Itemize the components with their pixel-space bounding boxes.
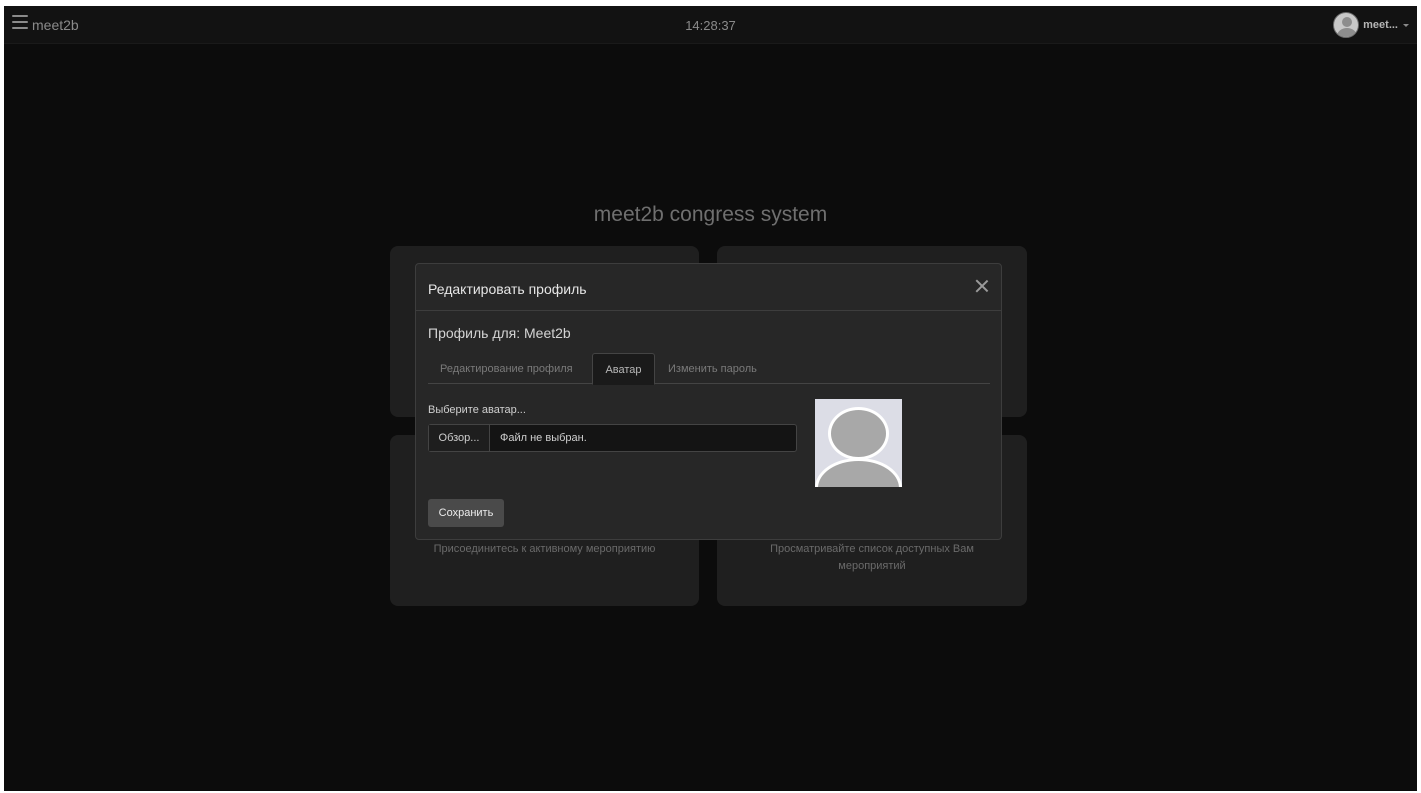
close-icon[interactable] <box>973 277 991 295</box>
save-button[interactable]: Сохранить <box>428 499 504 527</box>
top-navbar: meet2b 14:28:37 meet... <box>4 6 1417 44</box>
file-status: Файл не выбран. <box>500 432 587 444</box>
browse-button[interactable]: Обзор... <box>429 425 490 451</box>
tab-change-password[interactable]: Изменить пароль <box>668 353 757 384</box>
avatar-placeholder-head <box>828 407 889 460</box>
profile-tabs: Редактирование профиля Аватар Изменить п… <box>428 353 990 385</box>
card-description-line2: мероприятий <box>838 560 906 572</box>
avatar-preview <box>815 399 902 487</box>
avatar-file-input[interactable]: Обзор... Файл не выбран. <box>428 424 797 452</box>
modal-title: Редактировать профиль <box>428 281 587 297</box>
avatar-field-label: Выберите аватар... <box>428 404 526 416</box>
tab-avatar[interactable]: Аватар <box>592 353 655 385</box>
user-menu[interactable]: meet... <box>1333 11 1409 39</box>
modal-header: Редактировать профиль <box>416 264 1001 311</box>
card-description: Присоединитесь к активному мероприятию <box>433 543 656 555</box>
clock: 14:28:37 <box>685 18 736 33</box>
edit-profile-modal: Редактировать профиль Профиль для: Meet2… <box>415 263 1002 540</box>
app-viewport: meet2b 14:28:37 meet... meet2b congress … <box>4 6 1417 791</box>
avatar-placeholder-body <box>815 458 902 487</box>
card-description-line1: Просматривайте список доступных Вам <box>770 543 974 555</box>
page-title: meet2b congress system <box>593 203 828 226</box>
profile-owner-heading: Профиль для: Meet2b <box>428 325 571 341</box>
user-avatar-icon <box>1333 12 1360 38</box>
user-name: meet... <box>1363 19 1398 31</box>
tab-edit-profile[interactable]: Редактирование профиля <box>440 353 573 384</box>
caret-down-icon <box>1403 23 1409 27</box>
